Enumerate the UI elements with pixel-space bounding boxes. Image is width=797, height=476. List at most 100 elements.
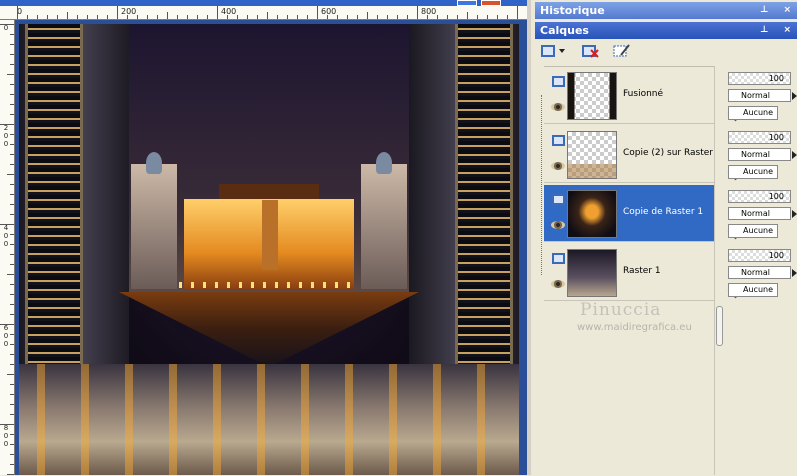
visibility-eye-icon[interactable]	[551, 162, 565, 170]
document-image[interactable]	[19, 24, 519, 475]
ruler-tick	[267, 12, 268, 19]
panel-controls[interactable]: ⊥ ×	[760, 2, 797, 19]
ruler-tick	[317, 6, 318, 19]
ruler-tick	[10, 414, 14, 415]
layer-thumbnail	[567, 190, 617, 238]
ruler-tick	[10, 34, 14, 35]
ruler-label: 4 0 0	[3, 224, 9, 248]
ruler-tick	[367, 12, 368, 19]
ruler-tick	[127, 15, 128, 19]
opacity-slider[interactable]: 100	[728, 72, 791, 85]
image-left-pillar	[25, 24, 83, 369]
layers-panel-title[interactable]: Calques ⊥ ×	[535, 22, 797, 39]
mask-select[interactable]: Aucune	[728, 165, 778, 179]
opacity-slider[interactable]: 100	[728, 249, 791, 262]
layer-row-copie-2[interactable]: Copie (2) sur Raster 1	[544, 126, 722, 183]
ruler-tick	[10, 344, 14, 345]
dropdown-arrow-icon[interactable]	[792, 151, 797, 159]
ruler-tick	[10, 284, 14, 285]
ruler-tick	[387, 15, 388, 19]
ruler-tick	[0, 24, 14, 25]
ruler-tick	[10, 304, 14, 305]
layer-row-copie-de-raster-1[interactable]: Copie de Raster 1	[544, 185, 721, 242]
ruler-tick	[10, 334, 14, 335]
blend-mode-select[interactable]: Normal	[728, 89, 791, 102]
ruler-tick	[297, 15, 298, 19]
dropdown-arrow-icon[interactable]	[792, 269, 797, 277]
blend-mode-select[interactable]: Normal	[728, 266, 791, 279]
ruler-tick	[10, 114, 14, 115]
image-lights	[179, 282, 359, 288]
visibility-eye-icon[interactable]	[551, 221, 565, 229]
layer-properties: 100 Normal Aucune	[724, 125, 797, 182]
ruler-tick	[447, 15, 448, 19]
dropdown-arrow-icon[interactable]	[792, 210, 797, 218]
ruler-tick	[257, 15, 258, 19]
ruler-tick	[10, 434, 14, 435]
ruler-label: 0	[3, 24, 9, 32]
blend-mode-select[interactable]: Normal	[728, 207, 791, 220]
ruler-tick	[10, 194, 14, 195]
new-layer-icon[interactable]	[541, 43, 565, 60]
tree-line	[541, 95, 543, 275]
ruler-tick	[177, 15, 178, 19]
visibility-eye-icon[interactable]	[551, 280, 565, 288]
panel-splitter[interactable]	[714, 66, 723, 475]
vertical-ruler: 0 2 0 0 4 0 0 6 0 0 8 0 0	[0, 20, 15, 475]
layer-row-fusionne[interactable]: Fusionné	[544, 67, 721, 124]
ruler-tick	[27, 15, 28, 19]
ruler-tick	[0, 424, 14, 425]
ruler-tick	[10, 454, 14, 455]
mask-select[interactable]: Aucune	[728, 224, 778, 238]
ruler-tick	[77, 15, 78, 19]
ruler-tick	[10, 394, 14, 395]
ruler-tick	[207, 15, 208, 19]
layer-name: Fusionné	[623, 89, 664, 99]
ruler-tick	[10, 144, 14, 145]
image-floor	[19, 364, 519, 475]
ruler-tick	[10, 94, 14, 95]
ruler-tick	[10, 294, 14, 295]
panel-controls[interactable]: ⊥ ×	[760, 22, 797, 39]
ruler-label: 400	[221, 7, 237, 16]
ruler-tick	[227, 15, 228, 19]
ruler-tick	[10, 204, 14, 205]
ruler-tick	[247, 15, 248, 19]
ruler-label: 6 0 0	[3, 324, 9, 348]
ruler-tick	[487, 15, 488, 19]
ruler-tick	[377, 15, 378, 19]
ruler-label: 2 0 0	[3, 124, 9, 148]
image-dome	[376, 152, 392, 174]
opacity-slider[interactable]: 100	[728, 190, 791, 203]
splitter-handle[interactable]	[716, 306, 723, 346]
history-panel-title[interactable]: Historique ⊥ ×	[535, 2, 797, 19]
dropdown-arrow-icon[interactable]	[792, 92, 797, 100]
layer-name: Copie de Raster 1	[623, 207, 704, 217]
ruler-tick	[327, 15, 328, 19]
layer-type-icon	[552, 135, 565, 146]
ruler-tick	[357, 15, 358, 19]
ruler-tick	[287, 15, 288, 19]
mask-select[interactable]: Aucune	[728, 283, 778, 297]
ruler-tick	[10, 134, 14, 135]
ruler-tick	[0, 124, 14, 125]
delete-layer-icon[interactable]	[582, 43, 600, 60]
ruler-tick	[10, 384, 14, 385]
pen-icon[interactable]	[613, 43, 631, 60]
ruler-tick	[477, 15, 478, 19]
ruler-tick	[277, 15, 278, 19]
ruler-tick	[97, 15, 98, 19]
ruler-tick	[87, 15, 88, 19]
ruler-tick	[197, 15, 198, 19]
ruler-tick	[157, 15, 158, 19]
canvas-area: 0 200 400 600 800 0 2 0 0 4 0 0 6 0 0 8 …	[0, 0, 527, 475]
layer-row-raster-1[interactable]: Raster 1	[544, 244, 721, 301]
mask-select[interactable]: Aucune	[728, 106, 778, 120]
blend-mode-select[interactable]: Normal	[728, 148, 791, 161]
layer-name: Raster 1	[623, 266, 661, 276]
layer-thumbnail	[567, 72, 617, 120]
visibility-eye-icon[interactable]	[551, 103, 565, 111]
opacity-slider[interactable]: 100	[728, 131, 791, 144]
layer-properties: 100 Normal Aucune	[724, 184, 797, 241]
ruler-tick	[307, 15, 308, 19]
